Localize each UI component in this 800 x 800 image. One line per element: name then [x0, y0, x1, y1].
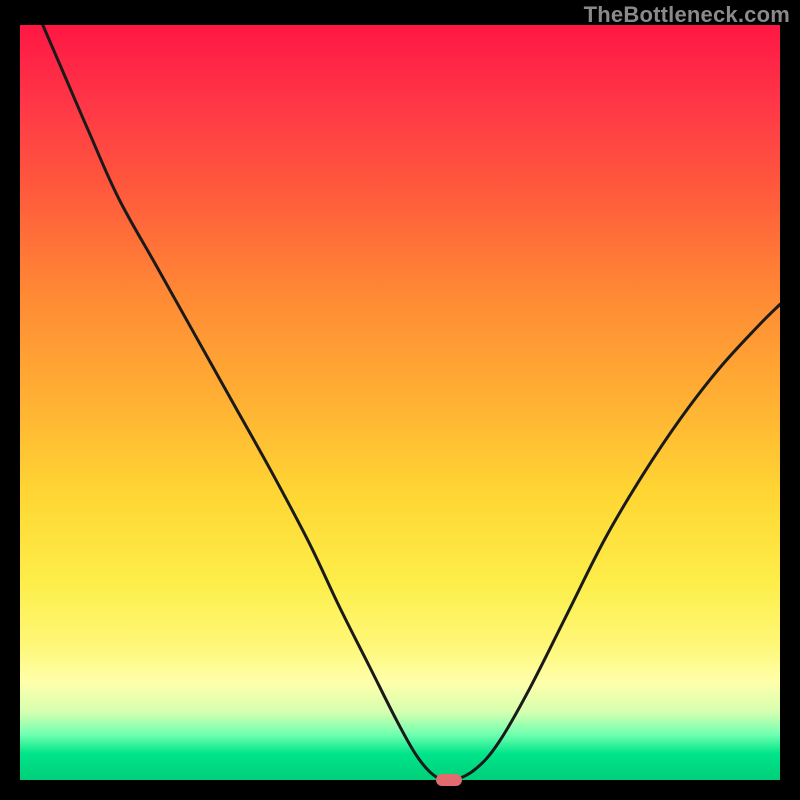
chart-stage: TheBottleneck.com — [0, 0, 800, 800]
bottleneck-curve — [43, 25, 780, 780]
plot-area — [20, 25, 780, 780]
curve-svg — [20, 25, 780, 780]
optimum-marker — [436, 774, 462, 787]
